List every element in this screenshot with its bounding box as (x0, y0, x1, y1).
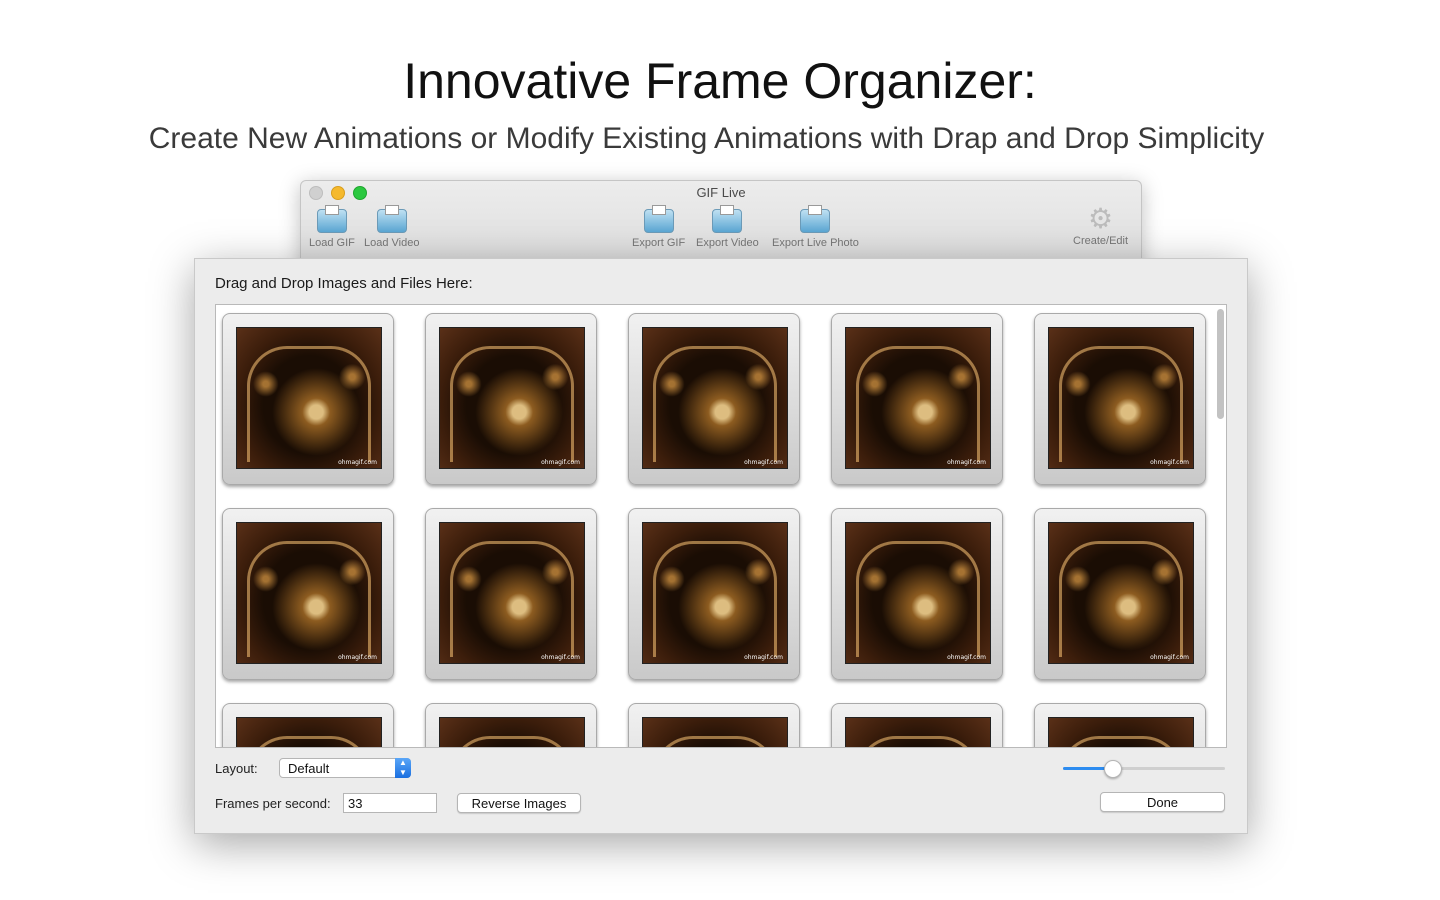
layout-select[interactable]: Default ▲ ▼ (279, 758, 411, 778)
window-title: GIF Live (696, 185, 746, 200)
export-live-photo-button[interactable]: Export Live Photo (772, 205, 859, 249)
frame-thumbnail[interactable]: ohmagif.com (831, 508, 1003, 680)
frame-organizer-sheet: Drag and Drop Images and Files Here: ohm… (194, 258, 1248, 834)
export-video-icon (712, 205, 743, 233)
frame-image (439, 717, 585, 747)
export-live-photo-icon (800, 205, 831, 233)
frame-image (236, 717, 382, 747)
drop-zone-label: Drag and Drop Images and Files Here: (215, 275, 473, 292)
frame-image: ohmagif.com (236, 522, 382, 664)
frame-watermark: ohmagif.com (541, 654, 580, 661)
load-video-icon (376, 205, 407, 233)
frame-thumbnail[interactable]: ohmagif.com (222, 508, 394, 680)
frame-thumbnail[interactable]: ohmagif.com (1034, 313, 1206, 485)
frame-thumbnail[interactable]: ohmagif.com (425, 313, 597, 485)
frame-thumbnail[interactable]: ohmagif.com (1034, 508, 1206, 680)
frame-thumbnail[interactable]: ohmagif.com (222, 313, 394, 485)
frame-thumbnail[interactable] (628, 703, 800, 747)
layout-select-value: Default (288, 761, 330, 776)
fps-input[interactable] (343, 793, 437, 813)
zoom-slider-knob[interactable] (1103, 760, 1122, 778)
done-button[interactable]: Done (1100, 792, 1225, 812)
create-edit-button[interactable]: ⚙ Create/Edit (1073, 203, 1129, 248)
export-live-photo-label: Export Live Photo (772, 237, 859, 249)
frame-image: ohmagif.com (1048, 327, 1194, 469)
frame-image (642, 717, 788, 747)
export-gif-icon (643, 205, 674, 233)
load-video-label: Load Video (364, 237, 420, 249)
frame-image: ohmagif.com (845, 522, 991, 664)
frame-image: ohmagif.com (642, 522, 788, 664)
zoom-slider[interactable] (1063, 760, 1225, 778)
frame-watermark: ohmagif.com (744, 459, 783, 466)
frame-thumbnail[interactable] (425, 703, 597, 747)
frame-image: ohmagif.com (236, 327, 382, 469)
frame-drop-zone[interactable]: ohmagif.com ohmagif.com ohmagif.com ohmagif… (215, 304, 1227, 748)
frame-thumbnail[interactable] (1034, 703, 1206, 747)
frame-thumbnail[interactable] (831, 703, 1003, 747)
headline: Innovative Frame Organizer: (403, 53, 1037, 109)
load-gif-button[interactable]: Load GIF (309, 205, 355, 249)
export-gif-button[interactable]: Export GIF (632, 205, 686, 249)
frame-watermark: ohmagif.com (947, 459, 986, 466)
frame-image: ohmagif.com (845, 327, 991, 469)
load-gif-icon (316, 205, 347, 233)
export-video-label: Export Video (696, 237, 759, 249)
frame-image: ohmagif.com (439, 522, 585, 664)
export-video-button[interactable]: Export Video (696, 205, 759, 249)
frame-watermark: ohmagif.com (947, 654, 986, 661)
load-video-button[interactable]: Load Video (364, 205, 420, 249)
create-edit-label: Create/Edit (1073, 235, 1129, 247)
frame-watermark: ohmagif.com (1150, 654, 1189, 661)
frame-thumbnail[interactable]: ohmagif.com (628, 508, 800, 680)
frame-grid: ohmagif.com ohmagif.com ohmagif.com ohmagif… (222, 313, 1206, 747)
frame-image (845, 717, 991, 747)
reverse-images-button[interactable]: Reverse Images (457, 793, 581, 813)
frame-watermark: ohmagif.com (744, 654, 783, 661)
fps-label: Frames per second: (215, 796, 331, 811)
select-arrows-icon: ▲ ▼ (395, 758, 411, 778)
frame-image: ohmagif.com (642, 327, 788, 469)
frame-watermark: ohmagif.com (338, 654, 377, 661)
frame-grid-scrollbar[interactable] (1217, 309, 1224, 419)
frame-thumbnail[interactable] (222, 703, 394, 747)
frame-thumbnail[interactable]: ohmagif.com (628, 313, 800, 485)
frame-thumbnail[interactable]: ohmagif.com (831, 313, 1003, 485)
frame-watermark: ohmagif.com (541, 459, 580, 466)
frame-watermark: ohmagif.com (338, 459, 377, 466)
frame-image: ohmagif.com (1048, 522, 1194, 664)
frame-image (1048, 717, 1194, 747)
frame-image: ohmagif.com (439, 327, 585, 469)
frame-thumbnail[interactable]: ohmagif.com (425, 508, 597, 680)
load-gif-label: Load GIF (309, 237, 355, 249)
gear-icon: ⚙ (1087, 203, 1114, 234)
subheadline: Create New Animations or Modify Existing… (148, 122, 1265, 155)
layout-label: Layout: (215, 761, 258, 776)
frame-watermark: ohmagif.com (1150, 459, 1189, 466)
export-gif-label: Export GIF (632, 237, 686, 249)
